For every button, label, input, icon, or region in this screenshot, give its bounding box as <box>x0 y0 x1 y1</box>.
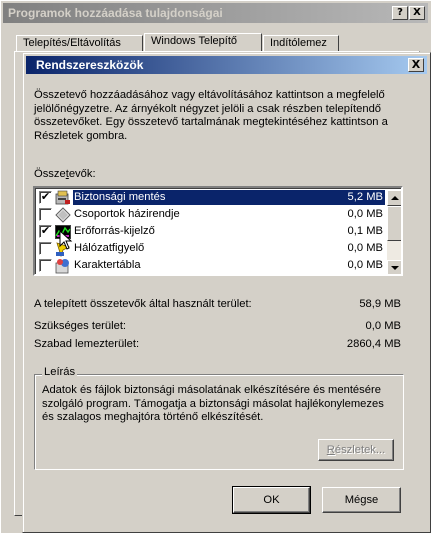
component-row-net-watcher[interactable]: Hálózatfigyelő 0,0 MB <box>37 240 387 257</box>
component-name: Hálózatfigyelő <box>74 242 145 254</box>
component-name: Biztonsági mentés <box>73 190 366 205</box>
checkbox-resource-meter[interactable]: ✔ <box>39 225 52 238</box>
tab-windows-setup[interactable]: Windows Telepítő <box>144 33 262 52</box>
dialog-description: Összetevő hozzáadásához vagy eltávolítás… <box>34 89 388 142</box>
tab-install-uninstall[interactable]: Telepítés/Eltávolítás <box>16 35 143 52</box>
scroll-down-button[interactable] <box>387 260 401 274</box>
checkbox-group-policy[interactable] <box>39 208 52 221</box>
scroll-thumb[interactable] <box>387 206 401 241</box>
component-row-resource-meter[interactable]: ✔ Erőforrás-kijelző 0,1 MB <box>37 223 387 240</box>
checkbox-char-map[interactable] <box>39 259 52 272</box>
required-space-value: 0,0 MB <box>365 320 401 332</box>
components-list[interactable]: ✔ Biztonsági mentés 5,2 MB Csoportok ház… <box>33 186 403 276</box>
required-space-label: Szükséges terület: <box>34 320 127 332</box>
component-size: 0,0 MB <box>347 242 383 254</box>
component-name: Csoportok házirendje <box>74 208 180 220</box>
component-name: Erőforrás-kijelző <box>74 225 155 237</box>
component-row-backup[interactable]: ✔ Biztonsági mentés 5,2 MB <box>37 189 387 206</box>
component-name: Karaktertábla <box>74 259 141 271</box>
component-row-group-policy[interactable]: Csoportok házirendje 0,0 MB <box>37 206 387 223</box>
components-scrollbar[interactable] <box>387 190 401 274</box>
tab-startup-disk[interactable]: Indítólemez <box>263 35 339 52</box>
dialog-title: Rendszereszközök <box>26 56 427 74</box>
scroll-up-button[interactable] <box>387 190 401 206</box>
installed-space-value: 58,9 MB <box>359 298 401 310</box>
installed-space-label: A telepített összetevők által használt t… <box>34 298 252 310</box>
description-group-label: Leírás <box>42 366 78 378</box>
outer-window-title: Programok hozzáadása tulajdonságai <box>3 3 428 23</box>
details-button[interactable]: Részletek... <box>318 439 394 461</box>
outer-close-icon[interactable]: X <box>409 6 425 20</box>
arrow-down-icon <box>391 266 399 270</box>
checkbox-net-watcher[interactable] <box>39 242 52 255</box>
component-size: 0,0 MB <box>347 259 383 271</box>
help-button[interactable]: ? <box>392 6 408 20</box>
components-label: Összetevők: <box>34 168 96 180</box>
cancel-button[interactable]: Mégse <box>322 487 401 513</box>
free-space-label: Szabad lemezterület: <box>34 338 140 350</box>
free-space-value: 2860,4 MB <box>346 338 401 350</box>
component-size: 0,0 MB <box>347 208 383 220</box>
component-row-char-map[interactable]: Karaktertábla 0,0 MB <box>37 257 387 274</box>
mouse-cursor-icon <box>59 230 73 250</box>
policy-diamond-icon <box>55 206 71 223</box>
description-text: Adatok és fájlok biztonsági másolatának … <box>42 384 384 423</box>
system-tools-dialog: Rendszereszközök X Összetevő hozzáadásáh… <box>22 52 431 533</box>
checkbox-backup[interactable]: ✔ <box>39 191 52 204</box>
component-size: 5,2 MB <box>345 190 385 205</box>
char-map-icon <box>55 258 69 273</box>
arrow-up-icon <box>391 196 399 200</box>
component-size: 0,1 MB <box>347 225 383 237</box>
ok-button[interactable]: OK <box>232 486 311 514</box>
dialog-close-icon[interactable]: X <box>408 58 424 72</box>
backup-icon <box>55 190 70 204</box>
